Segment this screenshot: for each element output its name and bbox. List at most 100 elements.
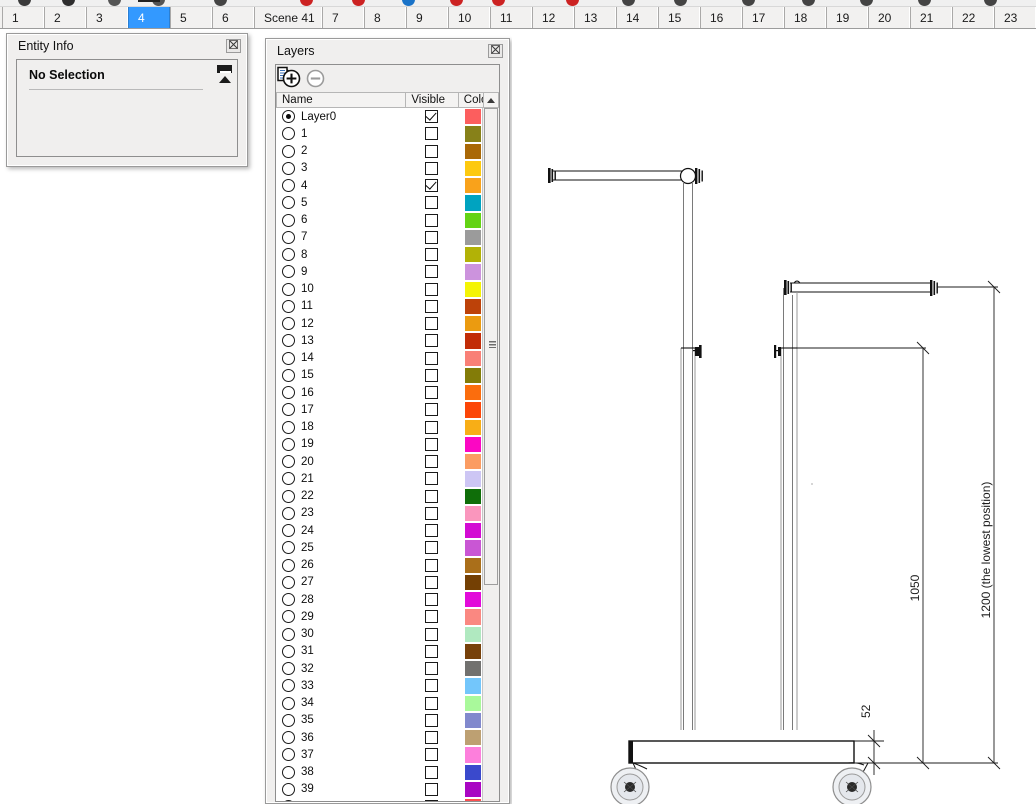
orbit-icon[interactable] [18,0,31,6]
scene-tab-17[interactable]: 17 [742,7,784,28]
layer-color-swatch[interactable] [464,142,482,160]
layer-active-radio[interactable] [282,317,295,331]
layer-visible-checkbox[interactable] [425,696,438,710]
layer-visible-checkbox[interactable] [425,213,438,227]
layer-visible-checkbox[interactable] [425,610,438,624]
layer-visible-checkbox[interactable] [425,644,438,658]
layer-active-radio[interactable] [282,610,295,624]
layer-visible-checkbox[interactable] [425,420,438,434]
layer-color-swatch[interactable] [464,798,482,801]
arc-icon[interactable] [492,0,505,6]
circle-icon[interactable] [622,0,635,6]
layer-visible-checkbox[interactable] [425,334,438,348]
layer-color-swatch[interactable] [464,211,482,229]
layer-row[interactable]: 33 [276,677,482,695]
scene-tab-1[interactable]: 1 [2,7,44,28]
layer-color-swatch[interactable] [464,746,482,764]
scene-tab-19[interactable]: 19 [826,7,868,28]
layer-row[interactable]: 31 [276,642,482,660]
layer-visible-checkbox[interactable] [425,575,438,589]
column-header-color[interactable]: Colo [458,92,484,108]
scene-tab-12[interactable]: 12 [532,7,574,28]
layer-color-swatch[interactable] [464,660,482,678]
layer-row[interactable]: 25 [276,539,482,557]
scene-tab-4[interactable]: 4 [128,7,170,28]
layer-color-swatch[interactable] [464,418,482,436]
entity-info-close-icon[interactable] [226,39,241,53]
layer-visible-checkbox[interactable] [425,782,438,796]
layer-color-swatch[interactable] [464,780,482,798]
layer-visible-checkbox[interactable] [425,161,438,175]
layer-active-radio[interactable] [282,282,295,296]
layer-row[interactable]: 40 [276,798,482,801]
layer-color-swatch[interactable] [464,591,482,609]
layer-active-radio[interactable] [282,403,295,417]
layer-visible-checkbox[interactable] [425,489,438,503]
scene-tab-23[interactable]: 23 [994,7,1036,28]
layer-color-swatch[interactable] [464,625,482,643]
layer-row[interactable]: 34 [276,694,482,712]
scene-tab-20[interactable]: 20 [868,7,910,28]
layer-row[interactable]: 29 [276,608,482,626]
layer-visible-checkbox[interactable] [425,179,438,193]
layer-visible-checkbox[interactable] [425,282,438,296]
layer-visible-checkbox[interactable] [425,731,438,745]
layer-visible-checkbox[interactable] [425,299,438,313]
layer-visible-checkbox[interactable] [425,368,438,382]
layer-row[interactable]: 37 [276,746,482,764]
layer-row[interactable]: 7 [276,228,482,246]
layer-visible-checkbox[interactable] [425,455,438,469]
layer-color-swatch[interactable] [464,246,482,264]
layer-active-radio[interactable] [282,506,295,520]
layer-row[interactable]: 9 [276,263,482,281]
layer-visible-checkbox[interactable] [425,593,438,607]
scene-tab-13[interactable]: 13 [574,7,616,28]
layer-active-radio[interactable] [282,386,295,400]
dashed-line-icon[interactable] [138,0,160,2]
layer-color-swatch[interactable] [464,487,482,505]
layers-scrollbar[interactable] [482,108,499,801]
layer-color-swatch[interactable] [464,297,482,315]
layer-active-radio[interactable] [282,731,295,745]
layer-active-radio[interactable] [282,748,295,762]
move-icon[interactable] [860,0,873,6]
scene-tab-5[interactable]: 5 [170,7,212,28]
layer-color-swatch[interactable] [464,177,482,195]
layer-color-swatch[interactable] [464,573,482,591]
layer-color-swatch[interactable] [464,470,482,488]
scale-icon[interactable] [984,0,997,6]
layer-row[interactable]: 39 [276,780,482,798]
layer-active-radio[interactable] [282,230,295,244]
layer-visible-checkbox[interactable] [425,110,438,124]
scene-tab-22[interactable]: 22 [952,7,994,28]
layer-color-swatch[interactable] [464,694,482,712]
layer-active-radio[interactable] [282,127,295,141]
layer-visible-checkbox[interactable] [425,713,438,727]
layer-visible-checkbox[interactable] [425,800,438,801]
scene-tab-14[interactable]: 14 [616,7,658,28]
layer-active-radio[interactable] [282,144,295,158]
layer-active-radio[interactable] [282,420,295,434]
layer-active-radio[interactable] [282,437,295,451]
layers-scrollbar-thumb[interactable] [484,108,498,585]
layer-color-swatch[interactable] [464,366,482,384]
layer-row[interactable]: 1 [276,125,482,143]
layer-visible-checkbox[interactable] [425,765,438,779]
layer-active-radio[interactable] [282,662,295,676]
layer-row[interactable]: 5 [276,194,482,212]
layer-active-radio[interactable] [282,299,295,313]
push-pull-icon[interactable] [742,0,755,6]
rotate-icon[interactable] [918,0,931,6]
layer-color-swatch[interactable] [464,763,482,781]
sort-ascending-icon[interactable] [483,92,499,108]
layer-active-radio[interactable] [282,248,295,262]
layer-row[interactable]: 26 [276,556,482,574]
layer-active-radio[interactable] [282,196,295,210]
layer-active-radio[interactable] [282,627,295,641]
layer-color-swatch[interactable] [464,315,482,333]
layer-color-swatch[interactable] [464,263,482,281]
layer-color-swatch[interactable] [464,453,482,471]
zoom-icon[interactable] [108,0,121,6]
scene-tab-16[interactable]: 16 [700,7,742,28]
layer-row[interactable]: 14 [276,349,482,367]
